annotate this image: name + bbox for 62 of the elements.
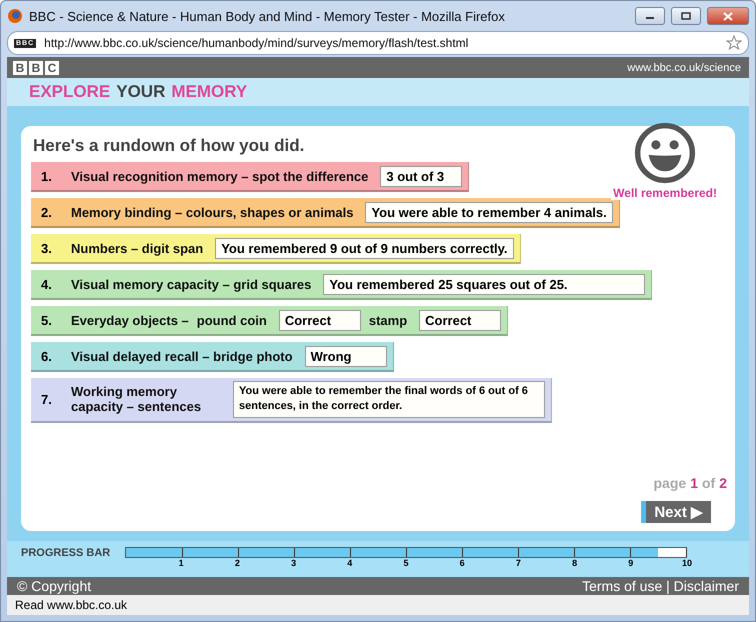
- row-number: 3.: [41, 240, 53, 256]
- minimize-button[interactable]: [635, 7, 665, 25]
- page-title-word: MEMORY: [171, 82, 248, 102]
- footer-links[interactable]: Terms of use | Disclaimer: [582, 578, 739, 594]
- logo-letter[interactable]: B: [29, 60, 43, 74]
- result-field: Wrong: [304, 346, 387, 366]
- site-link[interactable]: www.bbc.co.uk/science: [627, 62, 741, 74]
- row-number: 4.: [41, 276, 53, 292]
- page-title-word: EXPLORE: [29, 82, 110, 102]
- tick-label: 3: [291, 558, 296, 568]
- tick-label: 9: [628, 558, 634, 568]
- task-label: Working memory capacity – sentences: [71, 384, 202, 414]
- tick-label: 1: [178, 558, 184, 568]
- url-text: http://www.bbc.co.uk/science/humanbody/mind/surveys/memory/flash/test.shtml: [44, 36, 470, 50]
- maximize-button[interactable]: [671, 7, 701, 25]
- task-label: Numbers – digit span: [71, 240, 204, 256]
- row-number: 7.: [41, 392, 53, 407]
- row-number: 5.: [41, 312, 53, 328]
- tick-label: 5: [404, 558, 408, 568]
- result-field: You remembered 9 out of 9 numbers correctly.: [215, 238, 514, 258]
- smiley-icon: [634, 122, 696, 184]
- result-field: You were able to remember the final words of 6 out of 6 sentences, in the correct order.: [233, 381, 545, 418]
- star-icon[interactable]: [726, 35, 742, 51]
- results-heading: Here's a rundown of how you did.: [33, 136, 306, 156]
- page-number: 1: [690, 475, 698, 491]
- item-label: pound coin: [196, 312, 267, 328]
- logo-letter[interactable]: C: [45, 60, 59, 74]
- result-field: 3 out of 3: [380, 166, 462, 186]
- copyright-text: © Copyright: [17, 578, 92, 594]
- result-field: Correct: [278, 310, 361, 330]
- task-label: Everyday objects –: [71, 312, 189, 328]
- maximize-icon: [681, 12, 691, 20]
- page-word: page: [654, 475, 686, 491]
- logo-letter[interactable]: B: [13, 60, 27, 74]
- close-icon: [723, 12, 733, 20]
- window-title: BBC - Science & Nature - Human Body and Mind - Memory Tester - Mozilla Firefox: [29, 8, 506, 24]
- result-field: You were able to remember 4 animals.: [365, 202, 613, 222]
- row-number: 1.: [41, 168, 53, 184]
- tick-label: 6: [460, 558, 465, 568]
- tick-label: 10: [682, 558, 692, 568]
- progress-label: PROGRESS BAR: [21, 547, 112, 559]
- of-word: of: [702, 475, 716, 491]
- item-label: stamp: [368, 312, 408, 328]
- page-title-word: YOUR: [116, 82, 166, 102]
- task-label: Visual delayed recall – bridge photo: [71, 348, 293, 364]
- feedback-text: Well remembered!: [611, 186, 719, 200]
- result-field: Correct: [419, 310, 502, 330]
- row-number: 2.: [41, 204, 53, 220]
- close-button[interactable]: [707, 7, 749, 25]
- task-label: Visual recognition memory – spot the difference: [71, 168, 368, 184]
- tick-label: 8: [572, 558, 578, 568]
- task-label: Memory binding – colours, shapes or animals: [71, 204, 354, 220]
- next-button[interactable]: Next ▶: [641, 501, 711, 523]
- tick-label: 4: [347, 558, 352, 568]
- result-field: You remembered 25 squares out of 25.: [323, 274, 646, 294]
- tick-label: 7: [516, 558, 521, 568]
- page-total: 2: [719, 475, 727, 491]
- browser-logo-icon: [7, 8, 23, 24]
- status-text: Read www.bbc.co.uk: [7, 595, 749, 615]
- tick-label: 2: [234, 558, 240, 568]
- row-number: 6.: [41, 348, 53, 364]
- task-label: Visual memory capacity – grid squares: [71, 276, 312, 292]
